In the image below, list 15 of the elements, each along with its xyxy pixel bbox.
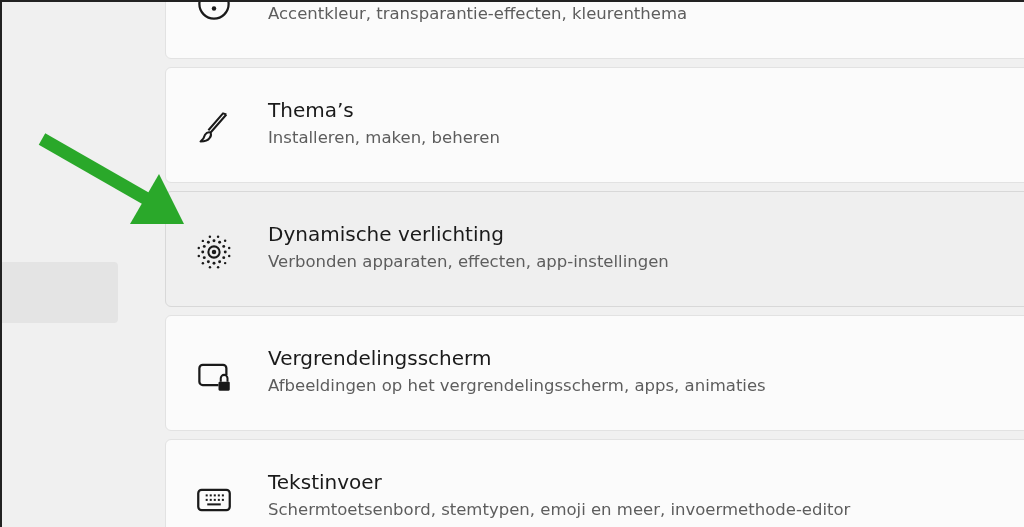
- settings-card[interactable]: Accentkleur, transparantie-effecten, kleurenthema: [165, 2, 1024, 59]
- light-burst-icon: [196, 234, 232, 270]
- card-title: Dynamische verlichting: [268, 222, 505, 246]
- settings-card[interactable]: Dynamische verlichting Verbonden apparaten, effecten, app-instellingen: [165, 191, 1024, 307]
- card-subtitle: Accentkleur, transparantie-effecten, kleurenthema: [268, 4, 688, 23]
- card-title: Thema’s: [268, 98, 355, 122]
- card-subtitle: Installeren, maken, beheren: [268, 128, 500, 147]
- card-subtitle: Schermtoetsenbord, stemtypen, emoji en meer, invoermethode-editor: [268, 500, 851, 519]
- settings-card[interactable]: Thema’s Installeren, maken, beheren: [165, 67, 1024, 183]
- settings-card[interactable]: Tekstinvoer Schermtoetsenbord, stemtypen, emoji en meer, invoermethode-editor: [165, 439, 1024, 527]
- card-title: Tekstinvoer: [268, 470, 383, 494]
- card-subtitle: Afbeeldingen op het vergrendelingsscherm, apps, animaties: [268, 376, 766, 395]
- card-subtitle: Verbonden apparaten, effecten, app-instellingen: [268, 252, 669, 271]
- settings-card[interactable]: Vergrendelingsscherm Afbeeldingen op het vergrendelingsscherm, apps, animaties: [165, 315, 1024, 431]
- card-title: Vergrendelingsscherm: [268, 346, 493, 370]
